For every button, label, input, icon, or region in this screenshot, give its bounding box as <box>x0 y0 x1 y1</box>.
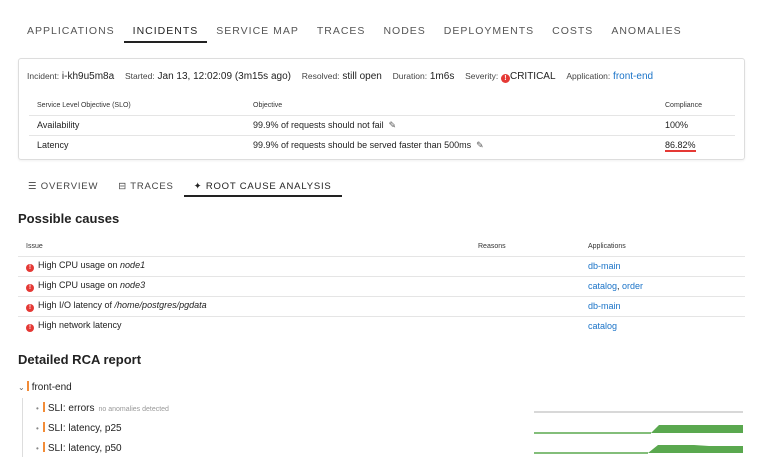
tab-costs[interactable]: COSTS <box>543 18 602 43</box>
incident-id: i-kh9u5m8a <box>61 71 115 82</box>
p25-sparkline <box>534 425 743 433</box>
tab-nodes[interactable]: NODES <box>374 18 434 43</box>
duration-value: 1m6s <box>429 71 455 82</box>
app-link[interactable]: db-main <box>588 301 621 311</box>
error-icon: ! <box>26 264 34 272</box>
table-row: ! High CPU usage on node1 db-main <box>18 255 745 276</box>
application-label: Application: <box>566 71 611 81</box>
sli-item[interactable]: • SLI: errors no anomalies detected <box>36 402 169 414</box>
started-label: Started: <box>124 71 155 81</box>
slo-compliance: 86.82% <box>665 140 696 153</box>
issue-text: High CPU usage on <box>38 280 121 290</box>
subtab-root-cause-analysis[interactable]: ✦ ROOT CAUSE ANALYSIS <box>183 178 342 197</box>
slo-header: Service Level Objective (SLO) <box>37 102 131 110</box>
critical-icon: ! <box>500 74 510 83</box>
slo-table: Service Level Objective (SLO) Objective Co… <box>29 97 735 155</box>
severity-value: CRITICAL <box>509 71 556 82</box>
tab-deployments[interactable]: DEPLOYMENTS <box>435 18 543 43</box>
rca-report-title: Detailed RCA report <box>18 352 142 367</box>
application-link[interactable]: front-end <box>613 71 653 82</box>
subtab-label: OVERVIEW <box>40 181 99 192</box>
slo-objective: 99.9% of requests should be served faste… <box>253 139 472 150</box>
app-link[interactable]: order <box>622 281 643 291</box>
sli-label: SLI: latency, p50 <box>47 443 122 454</box>
objective-header: Objective <box>253 102 283 110</box>
table-row: Availability 99.9% of requests should not… <box>29 114 735 135</box>
slo-objective: 99.9% of requests should not fail <box>253 119 384 130</box>
issue-target: /home/postgres/pgdata <box>114 300 207 310</box>
incident-subtabs: ☰ OVERVIEW ⊟ TRACES ✦ ROOT CAUSE ANALYSI… <box>18 178 342 197</box>
list-icon: ☰ <box>28 181 38 192</box>
error-icon: ! <box>26 284 34 292</box>
sli-item[interactable]: • SLI: latency, p50 <box>36 442 122 454</box>
issue-text: High I/O latency of <box>38 300 115 310</box>
tab-incidents[interactable]: INCIDENTS <box>123 18 208 43</box>
slo-name: Availability <box>29 114 245 135</box>
traces-icon: ⊟ <box>118 181 127 192</box>
table-row: ! High CPU usage on node3 catalog, order <box>18 275 745 296</box>
status-marker <box>26 381 29 391</box>
tree-line <box>22 398 23 457</box>
applications-header: Applications <box>588 243 626 251</box>
sli-item[interactable]: • SLI: latency, p25 <box>36 422 122 434</box>
subtab-traces[interactable]: ⊟ TRACES <box>108 178 183 197</box>
sli-label: SLI: latency, p25 <box>47 423 122 434</box>
incident-card: Incident: i-kh9u5m8a Started: Jan 13, 12… <box>18 58 745 160</box>
edit-icon[interactable]: ✎ <box>476 140 484 150</box>
table-row: ! High network latency catalog <box>18 315 745 336</box>
tab-anomalies[interactable]: ANOMALIES <box>602 18 690 43</box>
app-name: front-end <box>31 382 72 393</box>
subtab-overview[interactable]: ☰ OVERVIEW <box>18 178 108 197</box>
compliance-header: Compliance <box>665 102 702 110</box>
issue-target: node1 <box>120 260 146 270</box>
incident-meta: Incident: i-kh9u5m8a Started: Jan 13, 12… <box>27 71 653 83</box>
p50-sparkline <box>534 445 743 453</box>
issue-target: node3 <box>120 280 146 290</box>
tab-traces[interactable]: TRACES <box>308 18 375 43</box>
tab-service-map[interactable]: SERVICE MAP <box>207 18 308 43</box>
rca-app-node[interactable]: ⌄ front-end <box>18 381 72 393</box>
status-marker <box>42 422 45 432</box>
edit-icon[interactable]: ✎ <box>389 120 397 130</box>
duration-label: Duration: <box>392 71 428 81</box>
sparkle-icon: ✦ <box>193 181 203 192</box>
sli-sparklines <box>534 411 743 454</box>
issue-text: High CPU usage on <box>38 260 121 270</box>
app-link[interactable]: catalog <box>588 321 617 331</box>
error-icon: ! <box>26 304 34 312</box>
reasons-header: Reasons <box>478 243 506 251</box>
resolved-value: still open <box>342 71 382 82</box>
status-marker <box>42 402 45 412</box>
table-row: Latency 99.9% of requests should be serve… <box>29 134 735 155</box>
subtab-label: TRACES <box>130 181 174 192</box>
error-icon: ! <box>26 324 34 333</box>
slo-name: Latency <box>29 134 245 155</box>
resolved-label: Resolved: <box>301 71 340 81</box>
app-link[interactable]: catalog <box>588 281 617 291</box>
severity-label: Severity: <box>465 71 499 81</box>
app-link[interactable]: db-main <box>588 261 621 271</box>
tab-applications[interactable]: APPLICATIONS <box>18 18 124 43</box>
status-marker <box>42 442 45 452</box>
issue-header: Issue <box>26 243 43 251</box>
possible-causes-title: Possible causes <box>18 211 120 226</box>
slo-compliance: 100% <box>657 114 735 135</box>
subtab-label: ROOT CAUSE ANALYSIS <box>205 181 332 192</box>
sli-note: no anomalies detected <box>98 406 169 413</box>
chevron-down-icon[interactable]: ⌄ <box>18 383 25 392</box>
issue-text: High network latency <box>38 320 122 331</box>
started-value: Jan 13, 12:02:09 (3m15s ago) <box>157 71 291 82</box>
sli-label: SLI: errors <box>47 403 95 414</box>
table-row: ! High I/O latency of /home/postgres/pgda… <box>18 295 745 316</box>
top-nav: APPLICATIONS INCIDENTS SERVICE MAP TRACE… <box>18 18 691 43</box>
incident-label: Incident: <box>27 71 60 81</box>
causes-table: Issue Reasons Applications ! High CPU usage… <box>18 238 745 336</box>
